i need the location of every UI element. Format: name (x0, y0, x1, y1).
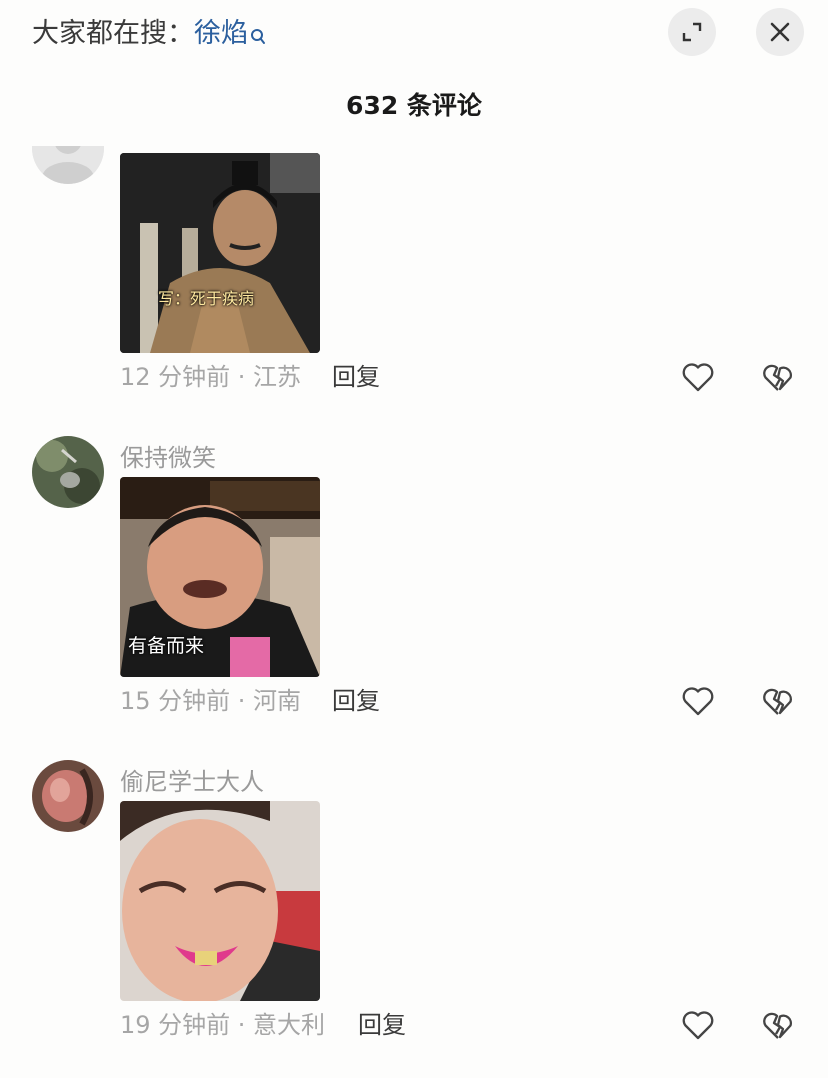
time-location: 12 分钟前 · 江苏 (120, 363, 302, 391)
heart-icon[interactable] (681, 1008, 715, 1042)
photo-avatar-icon (32, 760, 104, 832)
image-caption: 有备而来 (128, 635, 205, 657)
heart-icon[interactable] (681, 684, 715, 718)
expand-button[interactable] (668, 8, 716, 56)
heart-icon[interactable] (681, 360, 715, 394)
time-location: 19 分钟前 · 意大利 (120, 1011, 326, 1039)
search-icon (250, 18, 266, 58)
avatar[interactable] (32, 760, 104, 832)
comment-image-content (120, 801, 320, 1001)
reply-button[interactable]: 回复 (332, 360, 380, 394)
time-location: 15 分钟前 · 河南 (120, 687, 302, 715)
username[interactable]: 偷尼学士大人 (120, 762, 264, 797)
comment-image[interactable] (120, 801, 320, 1001)
hot-search-term[interactable]: 徐焰 (194, 18, 248, 49)
hot-search-prefix: 大家都在搜： (32, 18, 194, 49)
image-caption: 写：死于疾病 (158, 289, 255, 308)
photo-avatar-icon (32, 436, 104, 508)
expand-icon (682, 22, 702, 42)
broken-heart-icon[interactable] (761, 684, 795, 718)
avatar[interactable] (32, 436, 104, 508)
comment-image[interactable]: 写：死于疾病 (120, 153, 320, 353)
broken-heart-icon[interactable] (761, 360, 795, 394)
broken-heart-icon[interactable] (761, 1008, 795, 1042)
reply-button[interactable]: 回复 (358, 1008, 406, 1042)
username[interactable]: 保持微笑 (120, 438, 216, 473)
comment-image-content (120, 153, 320, 353)
close-button[interactable] (756, 8, 804, 56)
comment-image[interactable]: 有备而来 (120, 477, 320, 677)
close-icon (770, 22, 790, 42)
reply-button[interactable]: 回复 (332, 684, 380, 718)
hot-search-bar[interactable]: 大家都在搜：徐焰 (32, 14, 266, 58)
